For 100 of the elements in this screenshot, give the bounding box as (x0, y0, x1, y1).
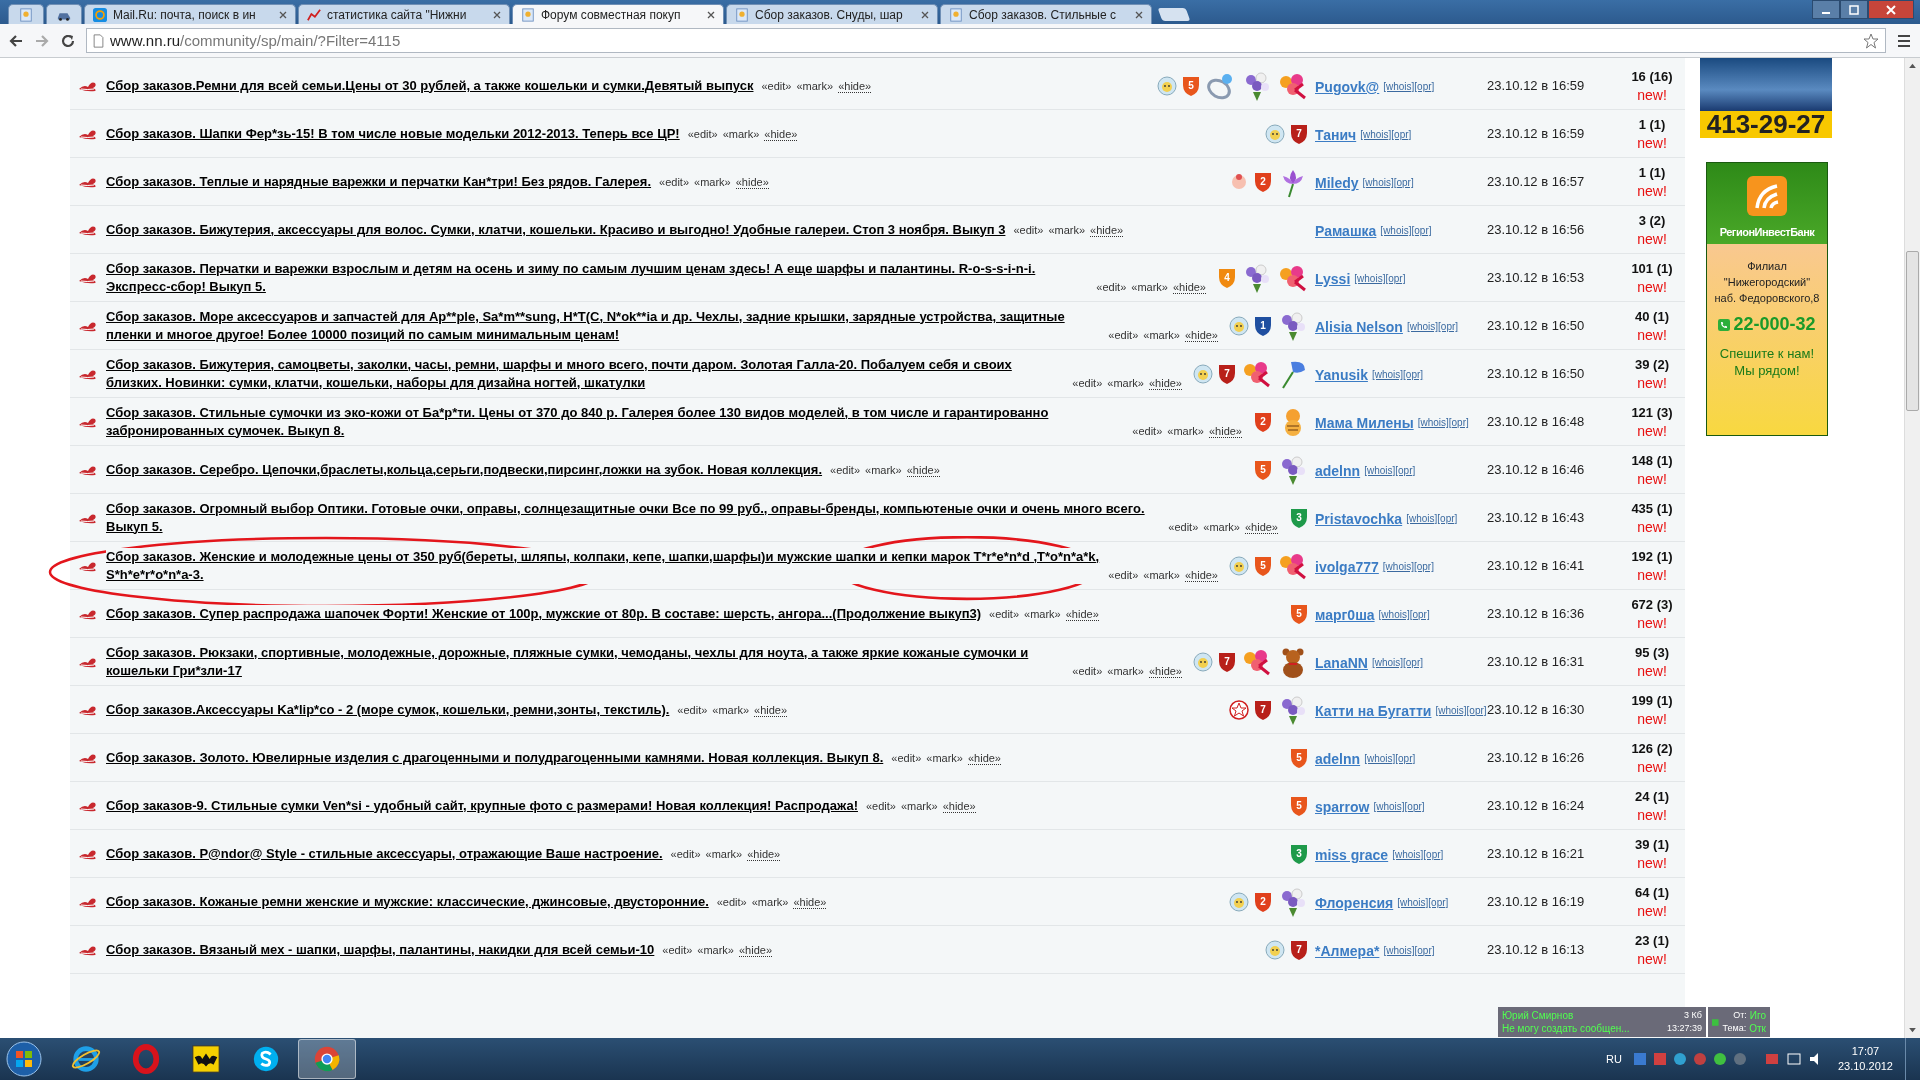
topic-action-link[interactable]: «hide» (1208, 424, 1242, 438)
author-link[interactable]: Yanusik (1315, 367, 1368, 383)
user-info-link[interactable]: [opr] (1391, 129, 1412, 140)
topic-action-link[interactable]: «edit» (687, 127, 718, 140)
user-info-link[interactable]: [whois] (1364, 465, 1396, 476)
back-arrow-icon[interactable] (8, 32, 24, 49)
topic-action-link[interactable]: «mark» (697, 943, 734, 956)
user-info-link[interactable]: [whois] (1383, 81, 1415, 92)
bookmark-star-icon[interactable] (1863, 32, 1879, 49)
author-link[interactable]: ivolga777 (1315, 559, 1379, 575)
topic-action-link[interactable]: «edit» (989, 607, 1020, 620)
topic-action-link[interactable]: «edit» (1108, 328, 1139, 341)
user-info-link[interactable]: [whois] (1392, 849, 1424, 860)
topic-action-link[interactable]: «edit» (670, 847, 701, 860)
topic-link[interactable]: Сбор заказов. Женские и молодежные цены от 350 руб(береты, шляпы, колпаки, кепе, шапки,шарфы)и мужские шапки и кепки марок T*r*e*n*d ,T*o*n*a*k, S*h*e*r*o*n*a-3. (106, 547, 1101, 584)
topic-action-link[interactable]: «mark» (1203, 520, 1240, 533)
user-info-link[interactable]: [opr] (1403, 657, 1424, 668)
topic-action-link[interactable]: «mark» (1131, 280, 1168, 293)
clock[interactable]: 17:07 23.10.2012 (1837, 1044, 1893, 1074)
topic-action-link[interactable]: «edit» (830, 463, 861, 476)
topic-action-link[interactable]: «hide» (838, 79, 872, 93)
message-notification[interactable]: Юрий Смирнов Не могу создать сообщен... 3 Кб 13:27:39 (1498, 1007, 1706, 1037)
user-info-link[interactable]: [whois] (1406, 513, 1438, 524)
topic-action-link[interactable]: «edit» (1108, 568, 1139, 581)
browser-tab[interactable]: Сбор заказов. Снуды, шар (726, 4, 938, 24)
user-info-link[interactable]: [whois] (1378, 609, 1410, 620)
topic-action-link[interactable]: «edit» (662, 943, 693, 956)
topic-action-link[interactable]: «edit» (659, 175, 690, 188)
author-link[interactable]: Pristavochka (1315, 511, 1403, 527)
user-info-link[interactable]: [opr] (1411, 225, 1432, 236)
user-info-link[interactable]: [whois] (1371, 657, 1404, 668)
user-info-link[interactable]: [opr] (1437, 513, 1458, 524)
author-link[interactable]: Мама Милены (1315, 415, 1414, 431)
author-link[interactable]: Lyssi (1315, 271, 1351, 287)
topic-link[interactable]: Сбор заказов. Супер распродажа шапочек Форти! Женские от 100р, мужские от 80р. В составе: шерсть, ангора...(Продолжение выкуп3) (106, 604, 982, 623)
new-tab-button[interactable] (1157, 8, 1191, 21)
topic-action-link[interactable]: «edit» (891, 751, 922, 764)
topic-action-link[interactable]: «mark» (796, 79, 834, 92)
browser-tab[interactable]: Форум совместная покуп (512, 4, 724, 24)
topic-action-link[interactable]: «mark» (1167, 424, 1204, 437)
topic-action-link[interactable]: «hide» (1184, 568, 1218, 582)
bank-advert-banner[interactable]: РегионИнвестБанк Филиал "Нижегородский" наб. Федоровского,8 22-000-32 Спешите к нам! Мы рядом! (1706, 162, 1828, 436)
user-info-link[interactable]: [opr] (1428, 897, 1449, 908)
user-info-link[interactable]: [opr] (1395, 465, 1416, 476)
advert-banner[interactable]: 413-29-27 (1700, 58, 1832, 138)
user-info-link[interactable]: [opr] (1404, 801, 1425, 812)
topic-action-link[interactable]: «edit» (716, 895, 747, 908)
browser-tab[interactable]: статистика сайта "Нижни (298, 4, 510, 24)
reload-icon[interactable] (60, 32, 76, 49)
user-info-link[interactable]: [opr] (1414, 81, 1435, 92)
address-bar[interactable]: www.nn.ru/community/sp/main/?Filter=4115 (86, 28, 1886, 53)
author-link[interactable]: Флоренсия (1315, 895, 1394, 911)
user-info-link[interactable]: [opr] (1438, 321, 1459, 332)
scroll-thumb[interactable] (1906, 251, 1919, 411)
user-info-link[interactable]: [opr] (1413, 561, 1434, 572)
scroll-up-icon[interactable] (1909, 63, 1916, 68)
author-link[interactable]: Miledy (1315, 175, 1359, 191)
user-info-link[interactable]: [opr] (1423, 849, 1444, 860)
topic-action-link[interactable]: «mark» (705, 847, 743, 860)
user-info-link[interactable]: [whois] (1380, 225, 1412, 236)
topic-action-link[interactable]: «edit» (865, 799, 896, 812)
user-info-link[interactable]: [whois] (1371, 369, 1404, 380)
author-link[interactable]: Alisia Nelson (1315, 319, 1403, 335)
user-info-link[interactable]: [whois] (1360, 129, 1392, 140)
user-info-link[interactable]: [whois] (1417, 417, 1449, 428)
topic-action-link[interactable]: «mark» (1024, 607, 1061, 620)
author-link[interactable]: *Алмера* (1315, 943, 1380, 959)
user-info-link[interactable]: [whois] (1373, 801, 1405, 812)
topic-action-link[interactable]: «hide» (764, 127, 798, 141)
topic-action-link[interactable]: «mark» (865, 463, 902, 476)
browser-tab[interactable]: Mail.Ru: почта, поиск в ин (84, 4, 296, 24)
topic-action-link[interactable]: «hide» (1244, 520, 1278, 534)
topic-action-link[interactable]: «edit» (1096, 280, 1127, 293)
user-info-link[interactable]: [whois] (1354, 273, 1386, 284)
topic-action-link[interactable]: «mark» (694, 175, 731, 188)
scrollbar[interactable] (1904, 58, 1920, 1038)
user-info-link[interactable]: [opr] (1448, 417, 1469, 428)
start-button[interactable] (6, 1041, 42, 1077)
menu-icon[interactable] (1896, 32, 1912, 49)
topic-action-link[interactable]: «edit» (1168, 520, 1199, 533)
topic-action-link[interactable]: «edit» (1013, 223, 1044, 236)
user-info-link[interactable]: [opr] (1393, 177, 1414, 188)
topic-action-link[interactable]: «mark» (751, 895, 789, 908)
author-link[interactable]: Pugovk@ (1315, 79, 1380, 95)
topic-action-link[interactable]: «hide» (747, 847, 781, 861)
topic-action-link[interactable]: «mark» (900, 799, 938, 812)
user-info-link[interactable]: [whois] (1397, 897, 1429, 908)
user-info-link[interactable]: [opr] (1395, 753, 1416, 764)
topic-action-link[interactable]: «edit» (1072, 664, 1103, 677)
topic-action-link[interactable]: «hide» (1148, 664, 1182, 678)
close-button[interactable] (1868, 0, 1914, 19)
topic-action-link[interactable]: «mark» (1143, 568, 1180, 581)
topic-action-link[interactable]: «edit» (1132, 424, 1163, 437)
user-info-link[interactable]: [whois] (1383, 945, 1415, 956)
author-link[interactable]: Танич (1315, 127, 1357, 143)
mail-notification[interactable]: От: Иго Тема: Отк (1708, 1007, 1770, 1037)
user-info-link[interactable]: [whois] (1435, 705, 1467, 716)
topic-action-link[interactable]: «hide» (1184, 328, 1218, 342)
topic-action-link[interactable]: «mark» (712, 703, 749, 716)
user-info-link[interactable]: [opr] (1409, 609, 1430, 620)
